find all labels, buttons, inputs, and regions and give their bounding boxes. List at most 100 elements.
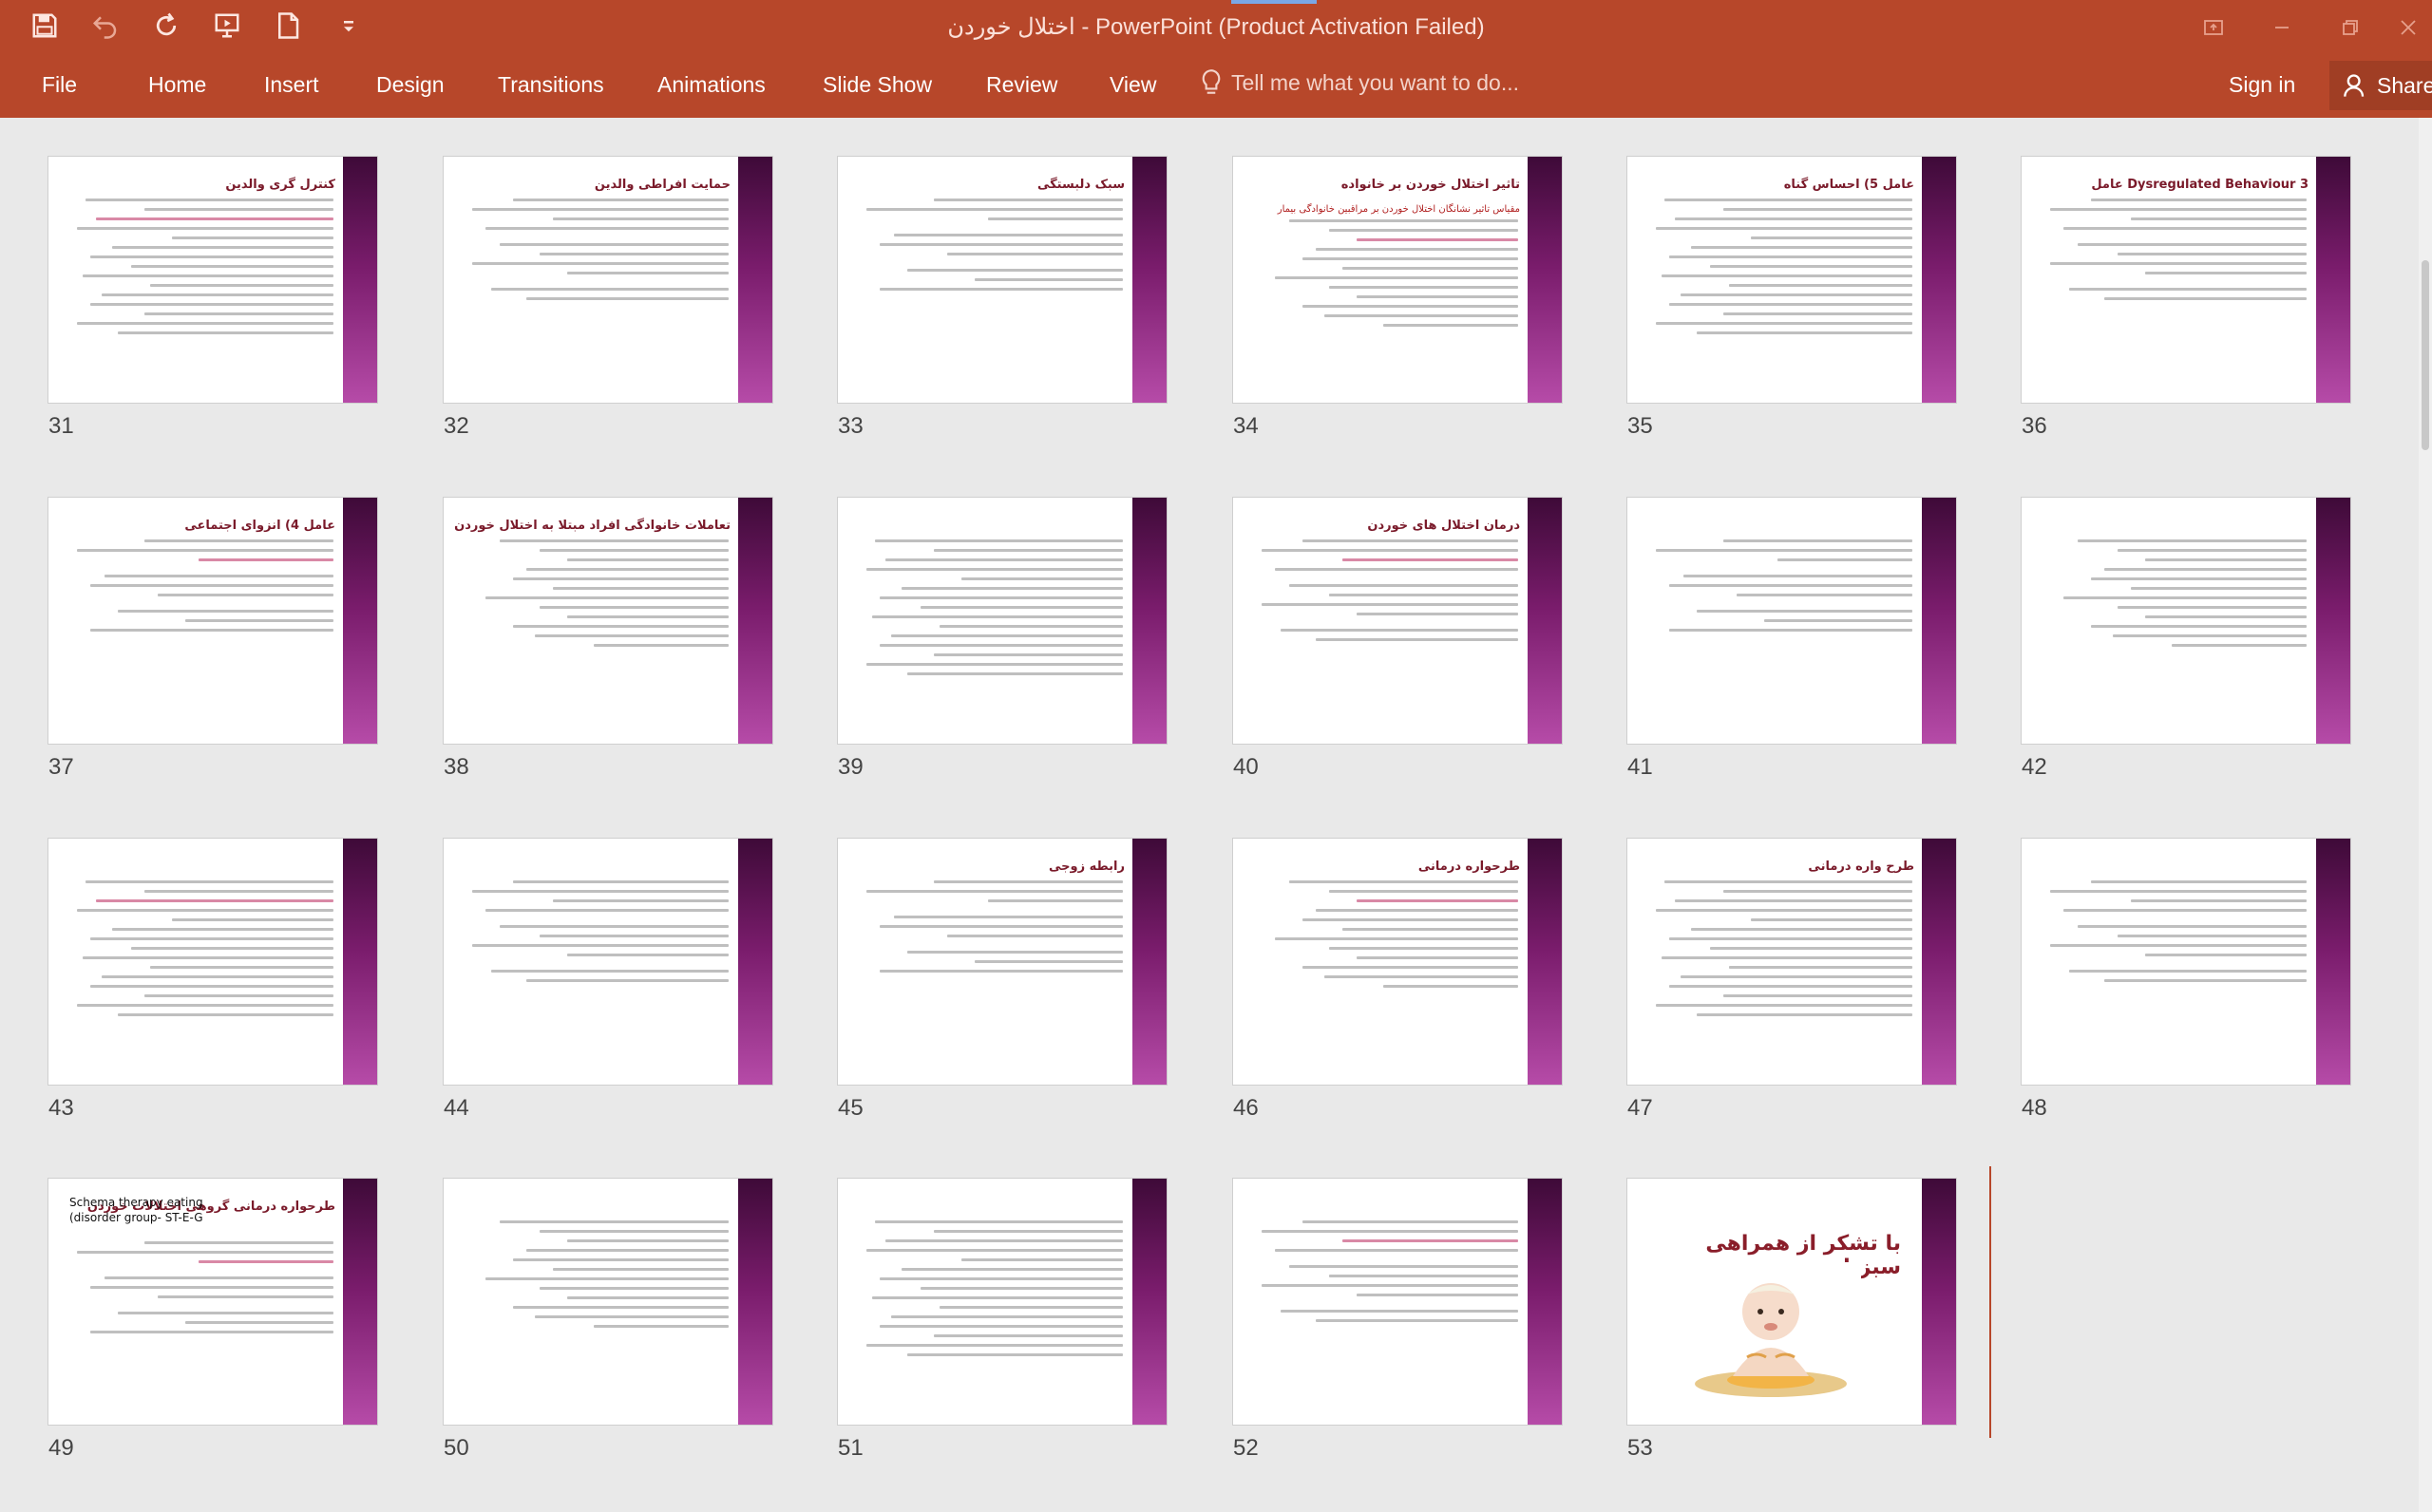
slide-accent-bar — [1922, 1179, 1956, 1425]
scrollbar-thumb[interactable] — [2422, 260, 2429, 450]
text-line — [101, 293, 333, 296]
tab-home[interactable]: Home — [148, 72, 206, 98]
text-line — [1329, 229, 1518, 232]
tab-view[interactable]: View — [1110, 72, 1156, 98]
text-line — [1302, 257, 1518, 260]
text-line — [2063, 909, 2307, 912]
text-line — [2077, 539, 2307, 542]
text-line — [2118, 606, 2307, 609]
vertical-scrollbar[interactable] — [2419, 118, 2432, 1512]
slide-thumbnail[interactable]: طرحواره درمانی گروهی اختلالات خوردن Schem… — [48, 1179, 377, 1425]
tab-transitions[interactable]: Transitions — [498, 72, 604, 98]
slide-thumbnail[interactable]: سبک دلبستگی — [838, 157, 1167, 403]
slide-thumbnail[interactable]: کنترل گری والدین — [48, 157, 377, 403]
text-line — [90, 1286, 333, 1289]
text-line — [553, 587, 729, 590]
slide-accent-bar — [343, 1179, 377, 1425]
tab-review[interactable]: Review — [986, 72, 1057, 98]
minimize-icon[interactable] — [2248, 0, 2316, 55]
text-line — [540, 253, 729, 255]
text-line — [2069, 288, 2307, 291]
text-line — [866, 663, 1123, 666]
text-line — [934, 880, 1123, 883]
slide-thumbnail[interactable] — [48, 839, 377, 1085]
tab-insert[interactable]: Insert — [264, 72, 319, 98]
close-icon[interactable] — [2384, 0, 2432, 55]
text-line — [880, 644, 1123, 647]
text-line — [866, 890, 1123, 893]
text-line — [1302, 1220, 1518, 1223]
text-line — [934, 1334, 1123, 1337]
slide-accent-bar — [343, 839, 377, 1085]
slide-thumbnail[interactable]: رابطه زوجی — [838, 839, 1167, 1085]
slide-thumbnail[interactable]: درمان اختلال های خوردن — [1233, 498, 1562, 744]
tab-slide-show[interactable]: Slide Show — [823, 72, 932, 98]
text-line — [526, 1249, 729, 1252]
restore-icon[interactable] — [2316, 0, 2384, 55]
text-line — [1262, 549, 1518, 552]
slide-thumbnail[interactable] — [838, 498, 1167, 744]
window-title: اختلال خوردن - PowerPoint (Product Activ… — [947, 14, 1485, 40]
lightbulb-icon — [1202, 69, 1221, 94]
text-line — [1661, 956, 1912, 959]
slide-thumbnail[interactable]: طرحواره درمانی — [1233, 839, 1562, 1085]
share-button[interactable]: Share — [2329, 61, 2432, 110]
slide-thumbnail[interactable]: تعاملات خانوادگی افراد مبتلا به اختلال خ… — [444, 498, 772, 744]
slide-thumbnail[interactable] — [2022, 498, 2350, 744]
slide-thumbnail[interactable] — [1233, 1179, 1562, 1425]
slide-thumbnail[interactable] — [2022, 839, 2350, 1085]
slide-thumbnail[interactable]: با تشکر از همراهی سبزتان — [1627, 1179, 1956, 1425]
slide-number: 48 — [2022, 1095, 2047, 1121]
slide-body-text — [2037, 198, 2307, 307]
text-line — [77, 1004, 333, 1007]
text-line — [934, 653, 1123, 656]
slide-number: 36 — [2022, 413, 2047, 439]
text-line — [144, 994, 333, 997]
sign-in-link[interactable]: Sign in — [2229, 72, 2295, 98]
text-line — [902, 1268, 1123, 1271]
tab-file[interactable]: File — [42, 72, 77, 98]
slide-subtitle: مقیاس تاثیر نشانگان اختلال خوردن بر مراق… — [1277, 204, 1520, 215]
text-line — [566, 954, 729, 956]
text-line — [866, 1249, 1123, 1252]
slide-number: 35 — [1627, 413, 1653, 439]
text-line — [199, 1260, 333, 1263]
text-line — [499, 1220, 729, 1223]
text-line — [947, 253, 1123, 255]
text-line — [540, 935, 729, 937]
slide-thumbnail[interactable]: طرح واره درمانی — [1627, 839, 1956, 1085]
tab-design[interactable]: Design — [376, 72, 445, 98]
text-line — [594, 644, 729, 647]
slide-thumbnail[interactable]: Dysregulated Behaviour 3 عامل — [2022, 157, 2350, 403]
slide-thumbnail[interactable]: حمایت افراطی والدین — [444, 157, 772, 403]
slide-number: 41 — [1627, 754, 1653, 780]
text-line — [491, 288, 729, 291]
text-line — [934, 1230, 1123, 1233]
slide-number: 53 — [1627, 1435, 1653, 1461]
slide-thumbnail[interactable] — [444, 1179, 772, 1425]
tab-animations[interactable]: Animations — [657, 72, 766, 98]
text-line — [1656, 1004, 1912, 1007]
text-line — [906, 1353, 1123, 1356]
slide-thumbnail[interactable] — [1627, 498, 1956, 744]
text-line — [472, 944, 729, 947]
text-line — [2131, 587, 2307, 590]
slide-accent-bar — [738, 157, 772, 403]
slide-thumbnail[interactable] — [444, 839, 772, 1085]
slide-number: 45 — [838, 1095, 864, 1121]
text-line — [1696, 331, 1912, 334]
slide-thumbnail[interactable]: تاثیر اختلال خوردن بر خانواده مقیاس تاثیر… — [1233, 157, 1562, 403]
text-line — [77, 909, 333, 912]
slide-thumbnail[interactable]: عامل 4) انزوای اجتماعی — [48, 498, 377, 744]
slide-title: حمایت افراطی والدین — [594, 178, 731, 192]
text-line — [1680, 293, 1912, 296]
tell-me-box[interactable]: Tell me what you want to do... — [1199, 68, 1519, 97]
text-line — [1656, 227, 1912, 230]
text-line — [566, 615, 729, 618]
slide-thumbnail[interactable] — [838, 1179, 1167, 1425]
ribbon-display-options-icon[interactable] — [2179, 0, 2248, 55]
slide-thumbnail[interactable]: عامل 5) احساس گناه — [1627, 157, 1956, 403]
text-line — [1691, 928, 1912, 931]
text-line — [90, 303, 333, 306]
text-line — [974, 960, 1123, 963]
